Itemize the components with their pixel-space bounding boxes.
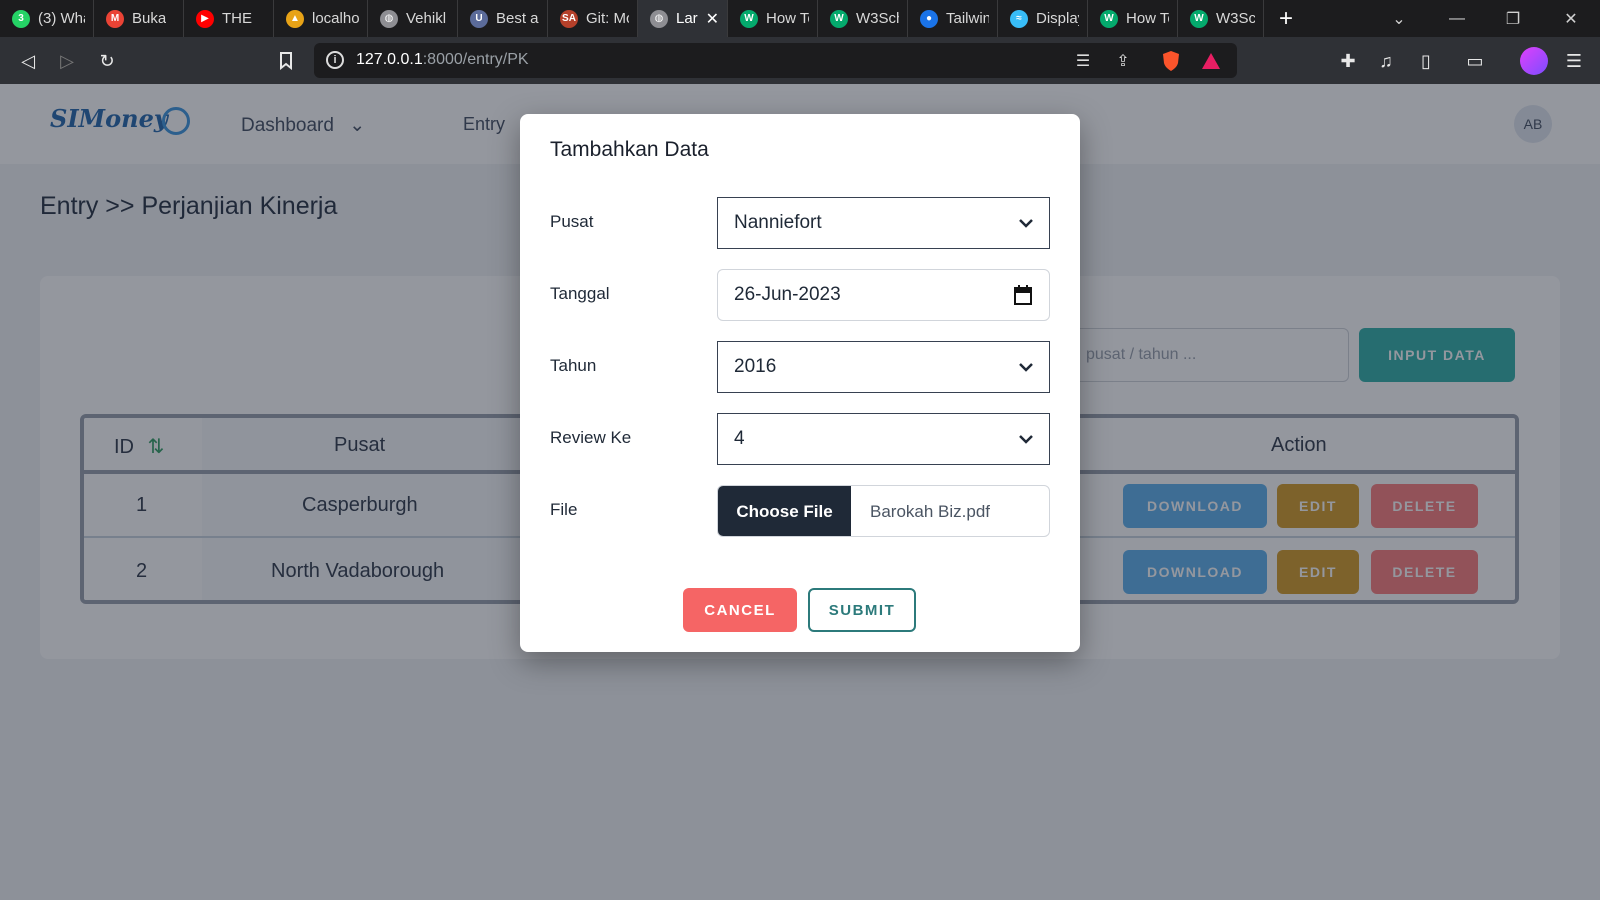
browser-tab[interactable]: M Buka [94,0,184,37]
share-icon[interactable]: ⇪ [1112,50,1134,72]
chevron-down-icon [1019,219,1033,228]
browser-tab[interactable]: ≈ Display [998,0,1088,37]
tanggal-label: Tanggal [550,284,610,303]
tab-label: Buka [132,10,167,27]
playlist-icon[interactable]: ♫ [1374,49,1398,73]
submit-button[interactable]: SUBMIT [808,588,916,632]
tailwind-icon: ≈ [1010,9,1028,28]
minimize-icon[interactable]: — [1434,0,1480,37]
globe-icon: ◍ [380,9,398,28]
browser-tab[interactable]: U Best ar [458,0,548,37]
pusat-select[interactable]: Nanniefort [717,197,1050,249]
tab-label: W3Sch [1216,10,1255,27]
tahun-value: 2016 [734,356,777,377]
brave-rewards-icon[interactable] [1200,50,1222,72]
review-label: Review Ke [550,428,632,447]
browser-tab[interactable]: SA Git: Mc [548,0,638,37]
w3schools-icon: W [830,9,848,28]
browser-tab-strip: 3 (3) WhatsApp M Buka ▶ THE ▲ localhost ◍ Vehikl U… [0,0,1600,37]
back-icon[interactable]: ◁ [16,49,40,73]
site-info-icon[interactable]: i [326,51,344,69]
tab-search-chevron-icon[interactable]: ⌄ [1376,0,1422,37]
tab-label: Tailwind [946,10,989,27]
tab-label: W3Sch [856,10,899,27]
tab-label: Display [1036,10,1079,27]
browser-tab[interactable]: ◍ Vehikl [368,0,458,37]
tab-label: How To [1126,10,1169,27]
brave-shield-icon[interactable] [1160,50,1182,72]
browser-tab[interactable]: ▲ localhost [274,0,368,37]
forward-icon[interactable]: ▷ [55,49,79,73]
w3schools-icon: W [1100,9,1118,28]
browser-tab[interactable]: 3 (3) WhatsApp [0,0,94,37]
tab-label: (3) WhatsApp [38,10,85,27]
pusat-value: Nanniefort [734,212,822,233]
tab-label: Best ar [496,10,539,27]
url-text: 127.0.0.1:8000/entry/PK [356,51,529,68]
review-select[interactable]: 4 [717,413,1050,465]
tab-label: THE [222,10,252,27]
profile-icon[interactable] [1520,47,1548,75]
browser-tab[interactable]: ◍ Lar ✕ [638,0,728,37]
pusat-label: Pusat [550,212,594,231]
gmail-icon: M [106,9,124,28]
tanggal-date-input[interactable]: 26-Jun-2023 [717,269,1050,321]
tahun-label: Tahun [550,356,597,375]
tanggal-value: 26-Jun-2023 [734,284,841,305]
wallet-icon[interactable]: ▭ [1463,49,1487,73]
cancel-button[interactable]: CANCEL [683,588,797,632]
browser-tab[interactable]: W W3Sch [1178,0,1264,37]
browser-tab[interactable]: ▶ THE [184,0,274,37]
review-value: 4 [734,428,745,449]
browser-tab[interactable]: ● Tailwind [908,0,998,37]
whatsapp-icon: 3 [12,9,30,28]
choose-file-button[interactable]: Choose File [718,486,851,536]
browser-toolbar: ◁ ▷ ↻ i 127.0.0.1:8000/entry/PK ☰ ⇪ ✚ ♫ … [0,37,1600,84]
tab-list: 3 (3) WhatsApp M Buka ▶ THE ▲ localhost ◍ Vehikl U… [0,0,1264,37]
reader-mode-icon[interactable]: ☰ [1072,50,1094,72]
w3schools-icon: W [1190,9,1208,28]
add-data-modal: Tambahkan Data Pusat Nanniefort Tanggal … [520,114,1080,652]
tab-label: Lar [676,10,698,27]
chevron-down-icon [1019,363,1033,372]
new-tab-button[interactable]: + [1264,0,1308,37]
menu-icon[interactable]: ☰ [1562,49,1586,73]
restore-icon[interactable]: ❐ [1490,0,1536,37]
modal-title: Tambahkan Data [550,138,709,161]
browser-tab[interactable]: W How To [728,0,818,37]
extensions-icon[interactable]: ✚ [1336,49,1360,73]
site-icon: SA [560,9,578,28]
page: SIMoney Dashboard ⌄ Entry AB Entry >> Pe… [0,84,1600,900]
tab-label: How To [766,10,809,27]
chevron-down-icon [1019,435,1033,444]
browser-tab[interactable]: W W3Sch [818,0,908,37]
bookmark-icon[interactable] [274,49,298,73]
youtube-icon: ▶ [196,9,214,28]
window-close-icon[interactable]: ✕ [1548,0,1594,37]
calendar-icon[interactable] [1013,284,1033,306]
tab-close-icon[interactable]: ✕ [706,9,719,29]
tab-label: Git: Mc [586,10,629,27]
globe-icon: ◍ [650,9,668,28]
address-bar[interactable]: i 127.0.0.1:8000/entry/PK ☰ ⇪ [314,43,1237,78]
site-icon: U [470,9,488,28]
reload-icon[interactable]: ↻ [95,49,119,73]
phpmyadmin-icon: ▲ [286,9,304,28]
tab-label: localhost [312,10,359,27]
sidebar-icon[interactable]: ▯ [1414,49,1438,73]
w3schools-icon: W [740,9,758,28]
tab-label: Vehikl [406,10,447,27]
file-name: Barokah Biz.pdf [870,502,991,521]
browser-tab[interactable]: W How To [1088,0,1178,37]
chrome-web-icon: ● [920,9,938,28]
tahun-select[interactable]: 2016 [717,341,1050,393]
file-input[interactable]: Choose File Barokah Biz.pdf [717,485,1050,537]
file-label: File [550,500,578,519]
